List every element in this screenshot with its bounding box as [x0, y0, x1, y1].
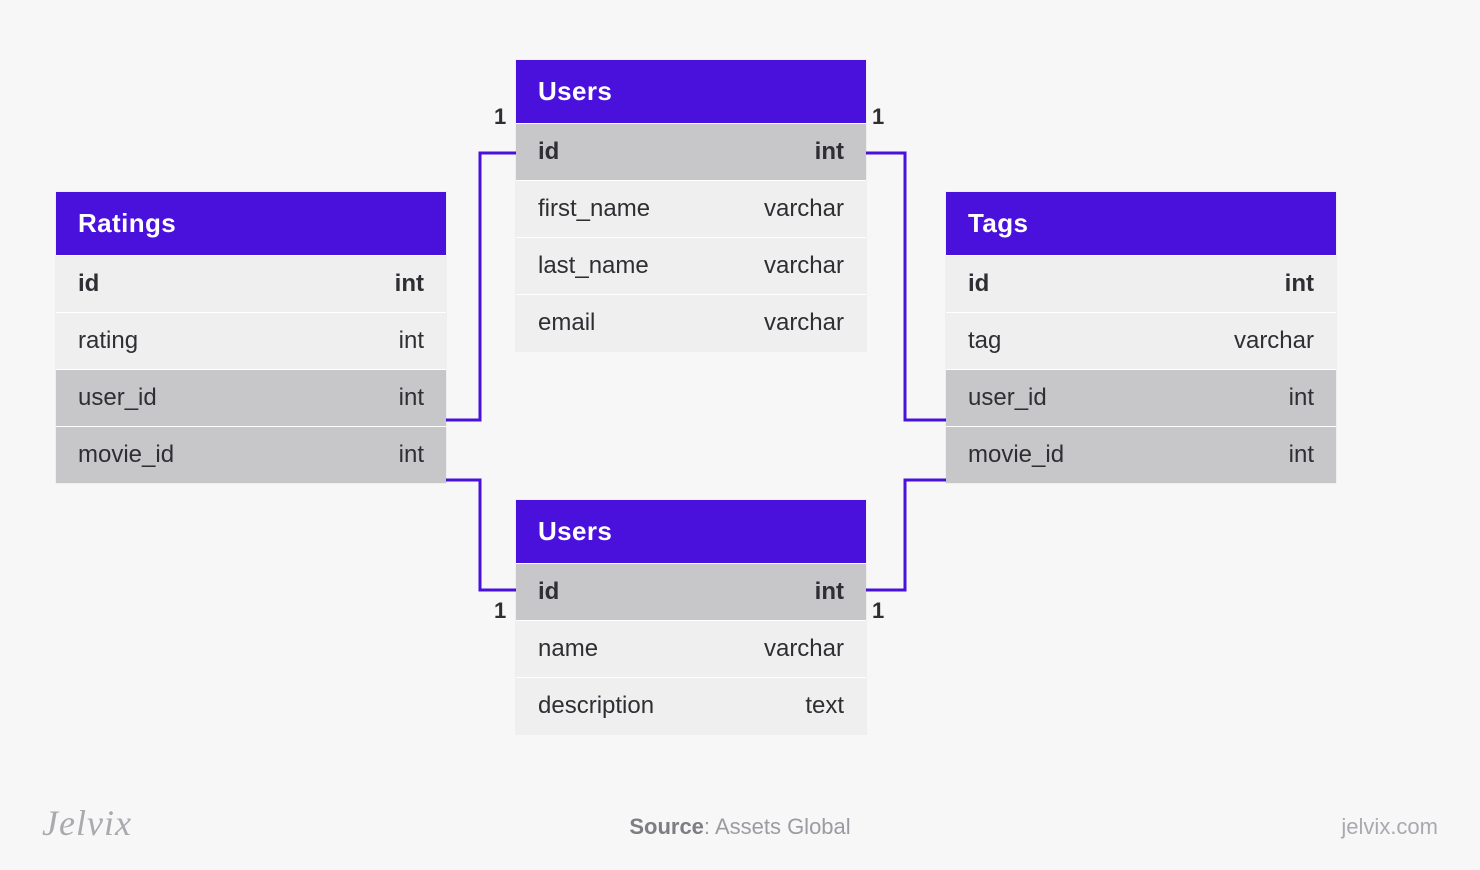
source-label: Source: [629, 814, 704, 839]
er-diagram-canvas: 1 1 1 1 Ratings id int rating int user_i…: [0, 0, 1480, 870]
cardinality-label: 1: [494, 104, 506, 130]
column-row: id int: [56, 255, 446, 312]
source-value: Assets Global: [715, 814, 851, 839]
column-name: tag: [968, 327, 1011, 355]
entity-users-bottom: Users id int name varchar description te…: [516, 500, 866, 734]
site-url: jelvix.com: [1341, 814, 1438, 840]
column-type: varchar: [764, 252, 844, 280]
brand-logo: Jelvix: [42, 802, 132, 844]
column-type: int: [815, 138, 844, 166]
column-name: id: [78, 270, 109, 298]
column-name: description: [538, 692, 664, 720]
entity-title: Ratings: [56, 192, 446, 255]
column-type: varchar: [1234, 327, 1314, 355]
entity-tags: Tags id int tag varchar user_id int movi…: [946, 192, 1336, 483]
column-row: first_name varchar: [516, 180, 866, 237]
column-row: movie_id int: [56, 426, 446, 483]
entity-users-top: Users id int first_name varchar last_nam…: [516, 60, 866, 351]
column-row: id int: [946, 255, 1336, 312]
column-row: user_id int: [946, 369, 1336, 426]
column-name: movie_id: [968, 441, 1074, 469]
column-type: int: [1289, 384, 1314, 412]
column-name: rating: [78, 327, 148, 355]
column-name: id: [968, 270, 999, 298]
column-name: movie_id: [78, 441, 184, 469]
column-type: varchar: [764, 635, 844, 663]
entity-title: Users: [516, 500, 866, 563]
source-caption: Source: Assets Global: [629, 814, 850, 840]
column-type: int: [1289, 441, 1314, 469]
column-name: email: [538, 309, 605, 337]
column-row: email varchar: [516, 294, 866, 351]
column-type: int: [395, 270, 424, 298]
column-row: rating int: [56, 312, 446, 369]
column-name: user_id: [78, 384, 167, 412]
column-type: int: [399, 327, 424, 355]
column-row: movie_id int: [946, 426, 1336, 483]
column-name: last_name: [538, 252, 659, 280]
column-name: id: [538, 138, 569, 166]
cardinality-label: 1: [494, 598, 506, 624]
column-type: int: [399, 384, 424, 412]
entity-title: Users: [516, 60, 866, 123]
column-row: last_name varchar: [516, 237, 866, 294]
column-row: name varchar: [516, 620, 866, 677]
column-row: id int: [516, 123, 866, 180]
column-type: text: [805, 692, 844, 720]
column-row: id int: [516, 563, 866, 620]
column-name: first_name: [538, 195, 660, 223]
column-type: varchar: [764, 195, 844, 223]
column-type: int: [399, 441, 424, 469]
column-name: user_id: [968, 384, 1057, 412]
entity-title: Tags: [946, 192, 1336, 255]
column-row: user_id int: [56, 369, 446, 426]
entity-ratings: Ratings id int rating int user_id int mo…: [56, 192, 446, 483]
cardinality-label: 1: [872, 598, 884, 624]
cardinality-label: 1: [872, 104, 884, 130]
column-name: name: [538, 635, 608, 663]
column-row: tag varchar: [946, 312, 1336, 369]
column-type: varchar: [764, 309, 844, 337]
column-type: int: [815, 578, 844, 606]
column-row: description text: [516, 677, 866, 734]
column-type: int: [1285, 270, 1314, 298]
column-name: id: [538, 578, 569, 606]
